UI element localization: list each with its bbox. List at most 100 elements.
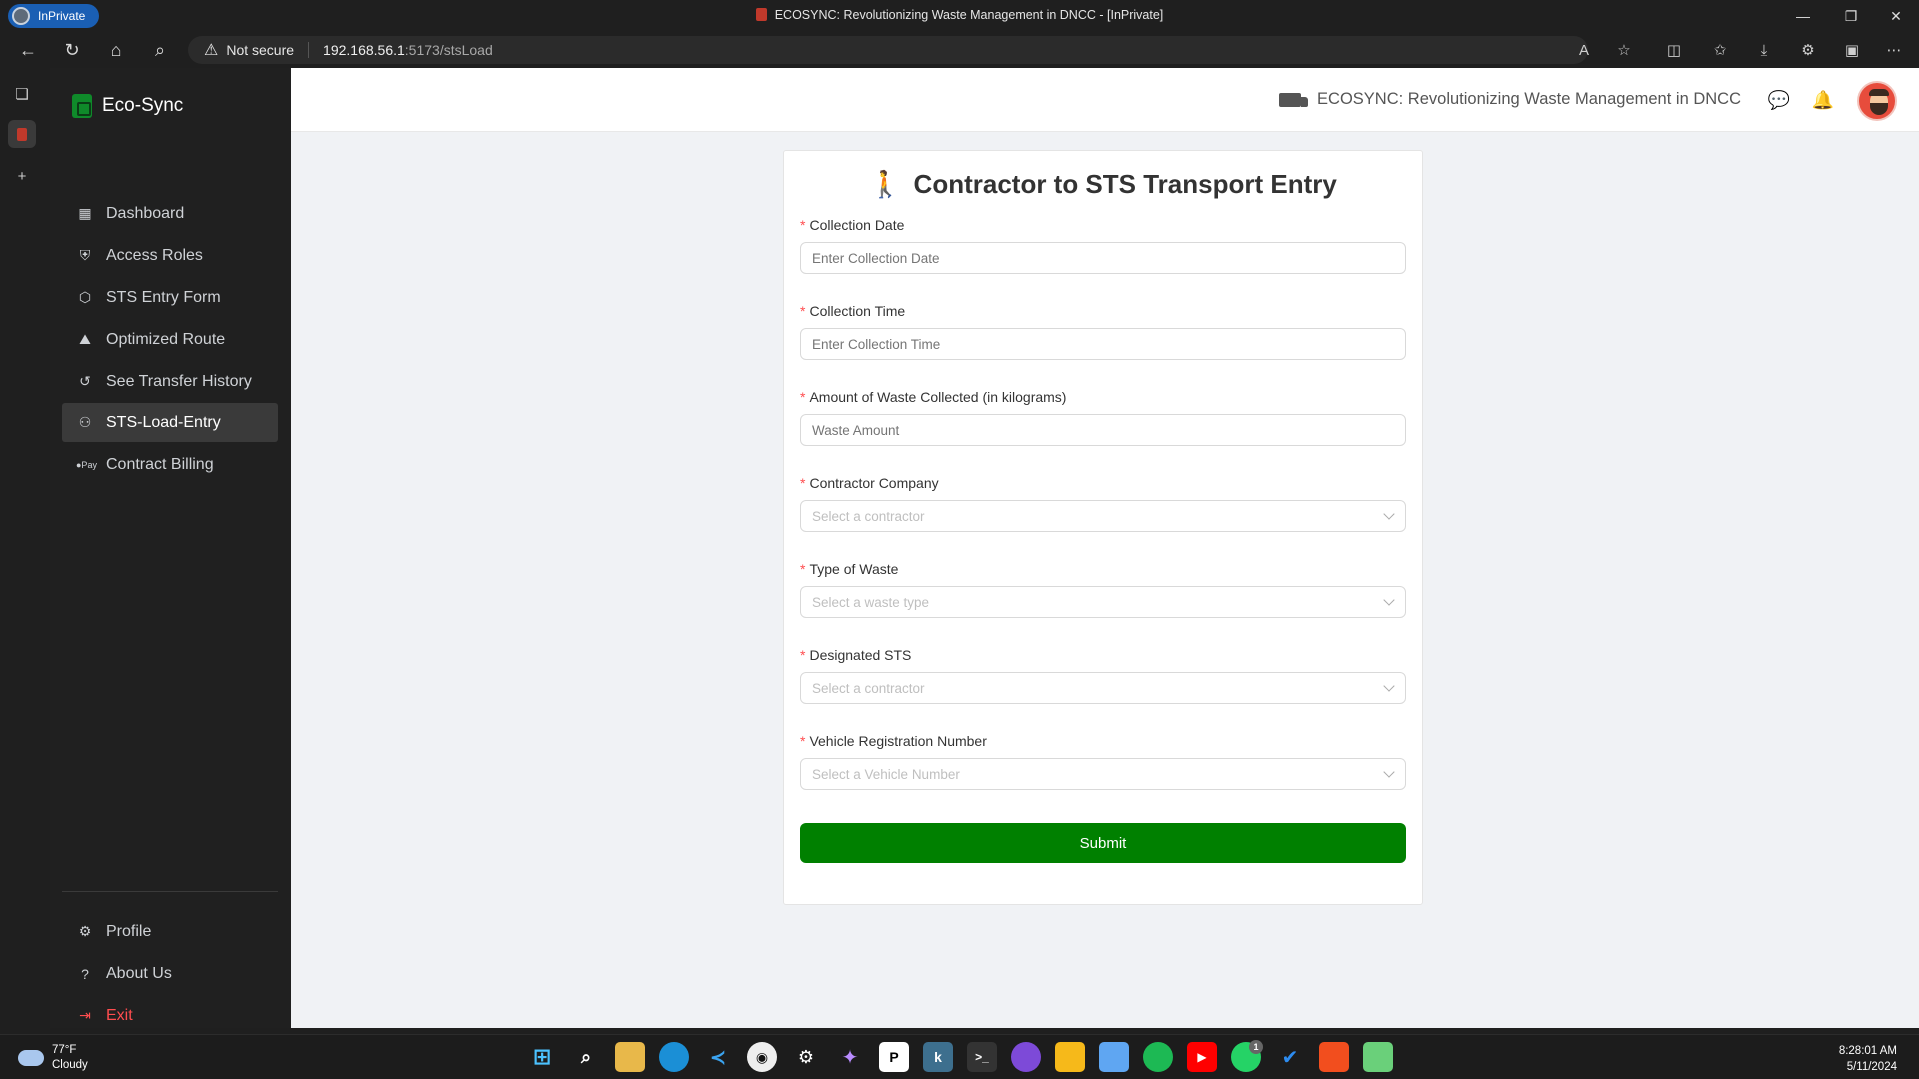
active-tab-icon[interactable] [8, 120, 36, 148]
map-icon: ⛰ [79, 331, 91, 347]
brand[interactable]: Eco-Sync [72, 94, 183, 118]
main-content: ECOSYNC: Revolutionizing Waste Managemen… [291, 68, 1919, 1028]
vscode-icon[interactable]: ≺ [703, 1042, 733, 1072]
transport-entry-card: 🚶 Contractor to STS Transport Entry * Col… [783, 150, 1423, 905]
windows-start-icon[interactable]: ⊞ [527, 1042, 557, 1072]
sidebar-divider [62, 891, 278, 892]
clock-date: 5/11/2024 [1846, 1061, 1897, 1073]
system-clock[interactable]: 8:28:01 AM 5/11/2024 [1839, 1043, 1897, 1075]
chevron-down-icon [1383, 680, 1395, 692]
sidebar-item-label: About Us [106, 964, 172, 982]
url-host: 192.168.56.1 [323, 42, 405, 58]
close-window-button[interactable]: ✕ [1873, 0, 1919, 32]
vertical-tabs: ❏ + [0, 68, 44, 1034]
brand-name: Eco-Sync [102, 95, 184, 116]
extension-icon[interactable]: ⚙ [1794, 38, 1822, 62]
weather-widget[interactable]: 77°F Cloudy [18, 1043, 88, 1073]
app-icon[interactable] [1363, 1042, 1393, 1072]
screenshot-icon[interactable]: ▣ [1838, 38, 1866, 62]
sidebar-item-label: STS Entry Form [106, 288, 221, 306]
pycharm-icon[interactable]: P [879, 1042, 909, 1072]
edge-browser-icon[interactable] [659, 1042, 689, 1072]
sidebar-item-contract-billing[interactable]: ●Pay Contract Billing [62, 445, 278, 484]
terminal-icon[interactable]: >_ [967, 1042, 997, 1072]
gemini-icon[interactable]: ✦ [835, 1042, 865, 1072]
refresh-icon[interactable]: ↻ [58, 38, 86, 62]
split-screen-icon[interactable]: ◫ [1660, 38, 1688, 62]
browser-toolbar: ← ↻ ⌂ ⌕ ⚠ Not secure 192.168.56.1:5173/s… [0, 32, 1919, 68]
gear-icon: ⚙ [78, 923, 92, 939]
minimize-button[interactable]: — [1780, 0, 1826, 32]
clock-time: 8:28:01 AM [1838, 1045, 1897, 1057]
restore-button[interactable]: ❐ [1828, 0, 1874, 32]
form-title: 🚶 Contractor to STS Transport Entry [784, 169, 1422, 200]
users-icon: ⚇ [78, 414, 92, 430]
designated-sts-select[interactable]: Select a contractor [800, 672, 1406, 704]
kite-icon[interactable]: k [923, 1042, 953, 1072]
contractor-company-select[interactable]: Select a contractor [800, 500, 1406, 532]
youtube-icon[interactable]: ▶ [1187, 1042, 1217, 1072]
sidebar-item-transfer-history[interactable]: ↺ See Transfer History [62, 362, 278, 401]
designated-sts-label: * Designated STS [800, 647, 912, 663]
search-icon[interactable]: ⌕ [146, 38, 174, 62]
favorite-star-icon[interactable]: ☆ [1610, 38, 1638, 62]
window-title: ECOSYNC: Revolutionizing Waste Managemen… [0, 8, 1919, 22]
shield-icon: ⛨ [79, 247, 91, 263]
home-icon[interactable]: ⌂ [102, 38, 130, 62]
collection-time-input[interactable] [800, 328, 1406, 360]
collection-date-input[interactable] [800, 242, 1406, 274]
github-desktop-icon[interactable] [1011, 1042, 1041, 1072]
file-explorer-icon[interactable] [615, 1042, 645, 1072]
sidebar-item-about-us[interactable]: ? About Us [62, 954, 278, 993]
sidebar-item-profile[interactable]: ⚙ Profile [62, 912, 278, 951]
sidebar-item-label: Contract Billing [106, 455, 214, 473]
select-placeholder: Select a Vehicle Number [812, 766, 960, 782]
tab-favicon-icon [755, 8, 767, 21]
chevron-down-icon [1383, 766, 1395, 778]
avatar[interactable] [1857, 81, 1897, 121]
sidebar-item-sts-load-entry[interactable]: ⚇ STS-Load-Entry [62, 403, 278, 442]
spotify-icon[interactable] [1143, 1042, 1173, 1072]
url-path: :5173/stsLoad [404, 42, 493, 58]
favorites-icon[interactable]: ✩ [1706, 38, 1734, 62]
waste-amount-input[interactable] [800, 414, 1406, 446]
sidebar-item-exit[interactable]: ⇥ Exit [62, 996, 278, 1035]
browser-titlebar: InPrivate ECOSYNC: Revolutionizing Waste… [0, 0, 1919, 32]
figma-icon[interactable] [1319, 1042, 1349, 1072]
address-bar[interactable]: ⚠ Not secure 192.168.56.1:5173/stsLoad [188, 36, 1588, 64]
back-arrow-icon[interactable]: ← [14, 38, 42, 62]
app-sidebar: Eco-Sync ▦ Dashboard ⛨ Access Roles ⬡ ST… [50, 68, 291, 1028]
new-tab-icon[interactable]: + [8, 162, 36, 190]
waste-amount-label: * Amount of Waste Collected (in kilograms… [800, 389, 1067, 405]
sidebar-item-sts-entry-form[interactable]: ⬡ STS Entry Form [62, 278, 278, 317]
sidebar-item-optimized-route[interactable]: ⛰ Optimized Route [62, 320, 278, 359]
notification-badge: 1 [1249, 1040, 1263, 1054]
sidebar-item-dashboard[interactable]: ▦ Dashboard [62, 194, 278, 233]
chatgpt-icon[interactable]: ⚙ [791, 1042, 821, 1072]
sidebar-item-access-roles[interactable]: ⛨ Access Roles [62, 236, 278, 275]
bell-icon[interactable]: 🔔 [1811, 88, 1835, 112]
sidebar-item-label: STS-Load-Entry [106, 413, 221, 431]
pay-icon: ●Pay [76, 459, 97, 470]
search-icon[interactable]: ⌕ [571, 1042, 601, 1072]
vehicle-number-select[interactable]: Select a Vehicle Number [800, 758, 1406, 790]
submit-button[interactable]: Submit [800, 823, 1406, 863]
todo-icon[interactable]: ✔ [1275, 1042, 1305, 1072]
select-placeholder: Select a contractor [812, 680, 925, 696]
whatsapp-icon[interactable]: 1 [1231, 1040, 1263, 1072]
chat-icon[interactable]: 💬 [1767, 88, 1791, 112]
logout-icon: ⇥ [79, 1007, 91, 1023]
download-icon[interactable]: ⤓ [1750, 38, 1778, 62]
more-icon[interactable]: ⋯ [1880, 38, 1908, 62]
github-icon[interactable]: ◉ [747, 1042, 777, 1072]
tab-actions-icon[interactable]: ❏ [8, 80, 36, 108]
temperature: 77°F [52, 1044, 77, 1056]
collection-time-label: * Collection Time [800, 303, 906, 319]
waste-type-select[interactable]: Select a waste type [800, 586, 1406, 618]
truck-icon [1279, 92, 1309, 107]
read-aloud-icon[interactable]: A [1570, 38, 1598, 62]
contractor-company-label: * Contractor Company [800, 475, 939, 491]
dashboard-icon: ▦ [78, 205, 92, 221]
notepad-icon[interactable] [1099, 1042, 1129, 1072]
keep-notes-icon[interactable] [1055, 1042, 1085, 1072]
